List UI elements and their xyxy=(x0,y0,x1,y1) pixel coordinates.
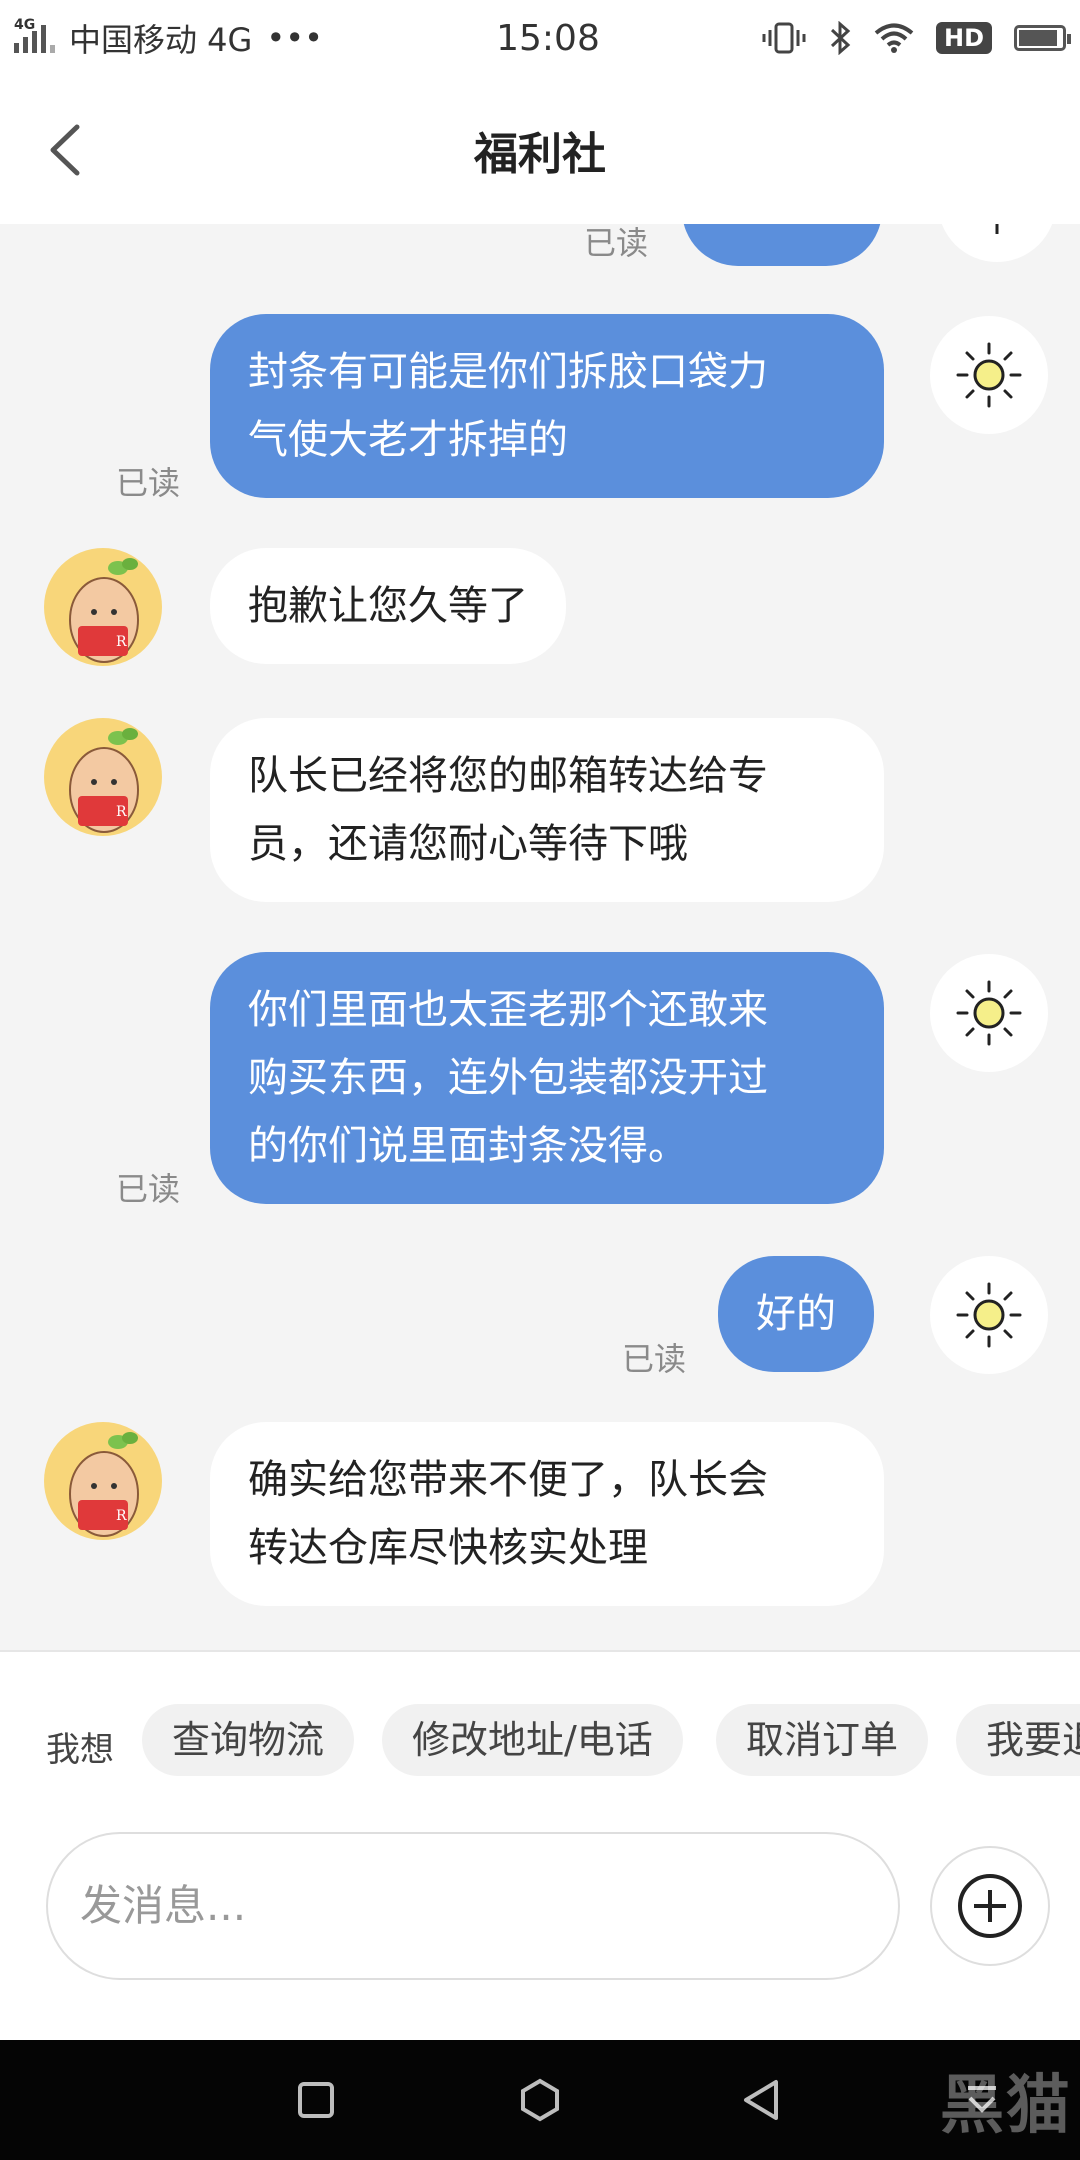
svg-text:R: R xyxy=(116,634,127,650)
page-title: 福利社 xyxy=(474,129,606,180)
back-button[interactable] xyxy=(38,124,90,176)
hd-badge: HD xyxy=(935,22,992,54)
battery-icon xyxy=(1014,25,1071,51)
sun-icon xyxy=(956,342,1022,408)
user-avatar[interactable] xyxy=(930,1256,1048,1374)
wifi-icon xyxy=(874,23,914,53)
sun-icon xyxy=(956,980,1022,1046)
add-attachment-button[interactable] xyxy=(930,1846,1050,1966)
recents-button[interactable] xyxy=(286,2070,346,2130)
network-type-label: 4G xyxy=(14,17,36,33)
triangle-back-icon xyxy=(744,2080,778,2120)
read-receipt: 已读 xyxy=(622,1340,687,1378)
agent-avatar[interactable]: R xyxy=(44,718,162,836)
svg-text:R: R xyxy=(116,804,127,820)
message-bubble-incoming[interactable]: 队长已经将您的邮箱转达给专 员，还请您耐心等待下哦 xyxy=(210,718,884,902)
chevron-left-icon xyxy=(50,124,80,176)
message-bubble-incoming[interactable]: 抱歉让您久等了 xyxy=(210,548,566,664)
status-time: 15:08 xyxy=(496,17,600,59)
more-indicator: ••• xyxy=(266,19,323,57)
watermark-text: 黑猫 xyxy=(940,2069,1072,2143)
user-avatar[interactable] xyxy=(938,224,1056,262)
home-button[interactable] xyxy=(510,2070,570,2130)
bluetooth-icon xyxy=(830,21,851,55)
navigation-bar: 黑猫 xyxy=(0,2040,1080,2160)
plus-circle-icon xyxy=(958,1874,1022,1938)
mascot-icon: R xyxy=(69,558,139,663)
message-input[interactable]: 发消息... xyxy=(46,1832,900,1980)
quick-reply-chip-cancel[interactable]: 取消订单 xyxy=(716,1704,929,1776)
hexagon-icon xyxy=(521,2078,559,2122)
square-icon xyxy=(298,2082,334,2118)
sun-icon xyxy=(995,224,999,234)
quick-reply-chip-address[interactable]: 修改地址/电话 xyxy=(382,1704,683,1776)
quick-reply-label: 我想 xyxy=(46,1730,114,1770)
user-avatar[interactable] xyxy=(930,954,1048,1072)
message-bubble-outgoing[interactable]: 你们里面也太歪老那个还敢来 购买东西，连外包装都没开过 的你们说里面封条没得。 xyxy=(210,952,884,1204)
agent-avatar[interactable]: R xyxy=(44,548,162,666)
sun-icon xyxy=(956,1282,1022,1348)
message-bubble-outgoing[interactable]: 好的 xyxy=(718,1256,874,1372)
read-receipt: 已读 xyxy=(116,464,181,502)
agent-avatar[interactable]: R xyxy=(44,1422,162,1540)
svg-text:R: R xyxy=(116,1508,127,1524)
quick-reply-chip-logistics[interactable]: 查询物流 xyxy=(142,1704,355,1776)
bottom-panel: 我想 查询物流 修改地址/电话 取消订单 我要退 发消息... xyxy=(0,1650,1080,2040)
read-receipt: 已读 xyxy=(116,1170,181,1208)
signal-icon: 4G xyxy=(14,17,55,53)
mascot-icon: R xyxy=(69,1432,139,1537)
back-nav-button[interactable] xyxy=(730,2070,790,2130)
read-receipt: 已读 xyxy=(584,224,649,262)
carrier-label: 中国移动 4G xyxy=(69,21,253,59)
title-bar: 福利社 xyxy=(0,76,1080,224)
quick-reply-chip-return[interactable]: 我要退 xyxy=(956,1704,1080,1776)
status-bar: 4G 中国移动 4G ••• 15:08 HD xyxy=(0,0,1080,76)
message-bubble-partial[interactable] xyxy=(682,224,882,266)
message-bubble-incoming[interactable]: 确实给您带来不便了，队长会 转达仓库尽快核实处理 xyxy=(210,1422,884,1606)
watermark: 黑猫 xyxy=(810,2040,1080,2160)
mascot-icon: R xyxy=(69,728,139,833)
message-bubble-outgoing[interactable]: 封条有可能是你们拆胶口袋力 气使大老才拆掉的 xyxy=(210,314,884,498)
status-right: HD xyxy=(762,21,1071,55)
user-avatar[interactable] xyxy=(930,316,1048,434)
vibrate-icon xyxy=(762,22,806,54)
chat-area[interactable]: 已读 封条有可能是你们拆胶口袋力 气使大老才拆掉的 已读 R 抱歉让您久等了 R… xyxy=(0,224,1080,1650)
